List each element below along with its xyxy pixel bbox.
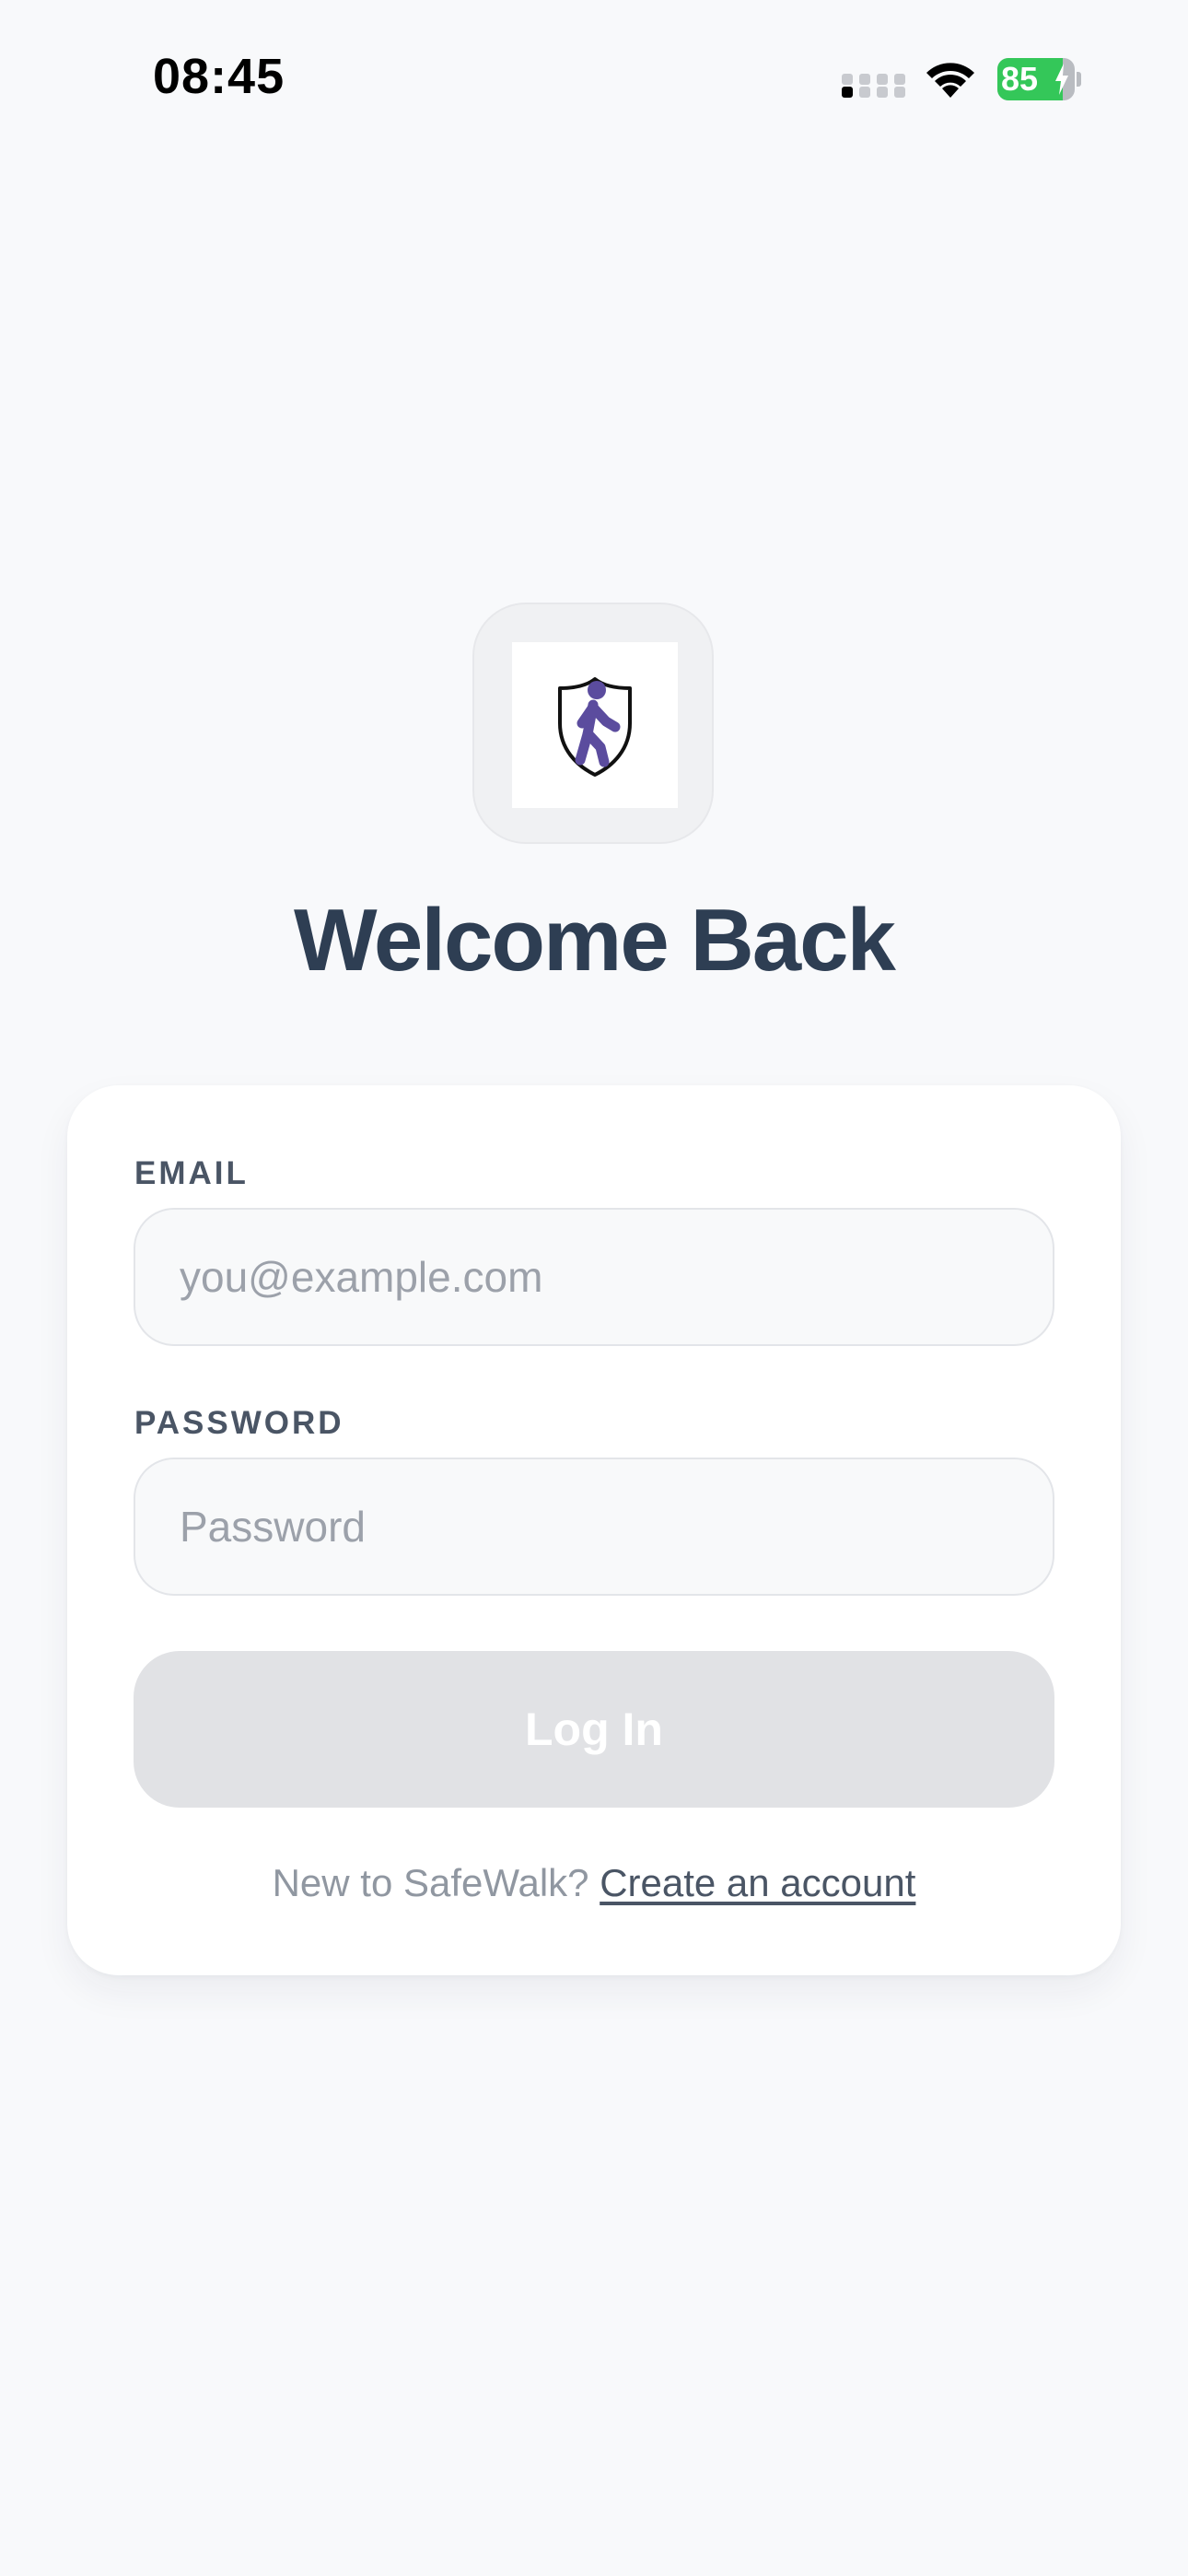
walking-person-shield-icon — [558, 677, 632, 777]
signup-prompt-text: New to SafeWalk? — [272, 1861, 600, 1904]
signup-prompt-row: New to SafeWalk? Create an account — [67, 1861, 1121, 1905]
login-card: EMAIL PASSWORD Log In New to SafeWalk? C… — [67, 1085, 1121, 1975]
battery-charging-icon: 85 — [997, 58, 1081, 100]
logo-image — [512, 642, 678, 808]
email-label: EMAIL — [134, 1155, 249, 1191]
email-input[interactable] — [134, 1208, 1054, 1346]
login-button[interactable]: Log In — [134, 1651, 1054, 1808]
create-account-link[interactable]: Create an account — [600, 1861, 915, 1904]
password-label: PASSWORD — [134, 1405, 344, 1441]
app-logo — [472, 603, 714, 844]
page-title: Welcome Back — [294, 891, 896, 989]
cellular-signal-icon — [842, 74, 905, 98]
password-input[interactable] — [134, 1458, 1054, 1596]
status-time: 08:45 — [153, 49, 285, 104]
wifi-icon — [926, 63, 974, 98]
battery-level: 85 — [1001, 60, 1039, 98]
status-bar: 08:45 85 — [0, 0, 1188, 157]
